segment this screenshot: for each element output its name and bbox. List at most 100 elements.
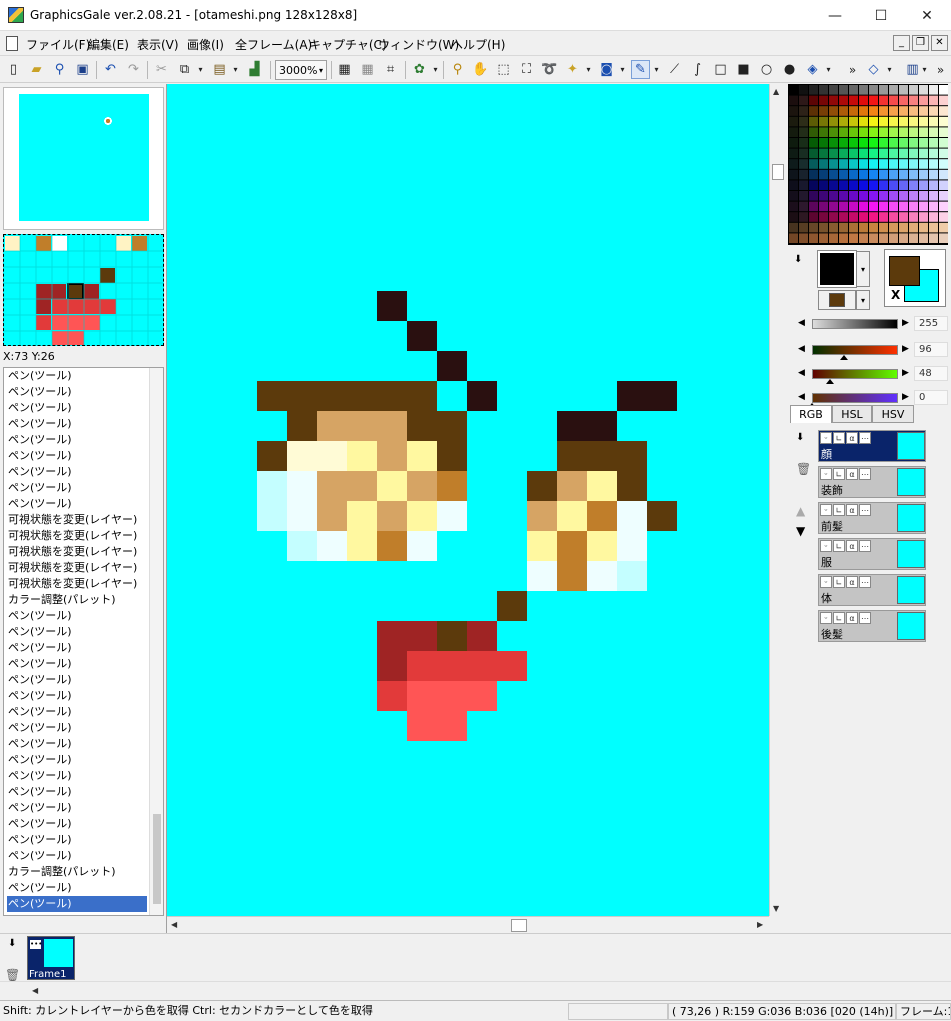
palette-swatch[interactable] (829, 191, 838, 201)
palette-swatch[interactable] (939, 127, 948, 137)
slider-right-icon[interactable]: ▶ (902, 318, 909, 328)
palette-swatch[interactable] (849, 180, 858, 190)
palette-swatch[interactable] (789, 85, 798, 95)
blue-track[interactable] (812, 393, 898, 403)
palette-swatch[interactable] (839, 169, 848, 180)
palette-swatch[interactable] (889, 95, 898, 106)
layer-options-icon[interactable]: ⋯ (859, 468, 871, 480)
primary-color-box[interactable] (817, 250, 857, 288)
palette-swatch[interactable] (869, 201, 878, 212)
palette-swatch[interactable] (889, 116, 898, 127)
zoom-tool-icon[interactable]: ⚲ (448, 60, 467, 79)
palette-swatch[interactable] (889, 169, 898, 180)
history-item[interactable]: ペン(ツール) (7, 832, 147, 848)
palette-swatch[interactable] (869, 159, 878, 169)
palette-swatch[interactable] (839, 85, 848, 95)
palette-swatch[interactable] (909, 95, 918, 106)
pen-dropdown-icon[interactable]: ▾ (652, 60, 661, 79)
palette-swatch[interactable] (869, 138, 878, 148)
lock-icon[interactable]: ∟ (833, 576, 845, 588)
palette-swatch[interactable] (809, 201, 818, 212)
preview-panel[interactable] (3, 87, 164, 230)
copy-dropdown-icon[interactable]: ▾ (196, 60, 205, 79)
scroll-left-icon[interactable]: ◀ (171, 920, 177, 929)
history-item[interactable]: ペン(ツール) (7, 416, 147, 432)
palette-swatch[interactable] (879, 138, 888, 148)
palette-swatch[interactable] (939, 180, 948, 190)
open-folder-icon[interactable]: ▰ (27, 60, 46, 79)
red-slider-thumb[interactable] (840, 355, 848, 360)
palette-swatch[interactable] (939, 222, 948, 233)
palette-swatch[interactable] (899, 116, 908, 127)
palette-swatch[interactable] (899, 95, 908, 106)
palette-swatch[interactable] (929, 169, 938, 180)
palette-swatch[interactable] (819, 222, 828, 233)
palette-swatch[interactable] (849, 222, 858, 233)
palette-swatch[interactable] (809, 169, 818, 180)
palette-swatch[interactable] (789, 116, 798, 127)
palette-swatch[interactable] (929, 138, 938, 148)
palette-swatch[interactable] (849, 148, 858, 159)
alpha-icon[interactable]: α (846, 432, 858, 444)
visibility-icon[interactable]: ᵕ (820, 612, 832, 624)
magnifier-icon[interactable]: ⚲ (50, 60, 69, 79)
rect-select-icon[interactable]: ⬚ (494, 60, 513, 79)
palette-swatch[interactable] (899, 180, 908, 190)
palette-swatch[interactable] (829, 95, 838, 106)
history-item[interactable]: ペン(ツール) (7, 736, 147, 752)
history-item[interactable]: ペン(ツール) (7, 400, 147, 416)
palette-swatch[interactable] (869, 169, 878, 180)
palette-swatch[interactable] (919, 212, 928, 222)
blue-value[interactable]: 0 (914, 390, 948, 405)
palette-swatch[interactable] (919, 138, 928, 148)
menu-window[interactable]: ウィンドウ(W) (378, 36, 459, 53)
palette-swatch[interactable] (789, 233, 798, 243)
history-item[interactable]: 可視状態を変更(レイヤー) (7, 576, 147, 592)
red-value[interactable]: 96 (914, 342, 948, 357)
zoom-select[interactable]: 3000% ▾ (275, 60, 327, 80)
palette-swatch[interactable] (849, 127, 858, 137)
visibility-icon[interactable]: ᵕ (820, 540, 832, 552)
fill-select-dropdown-icon[interactable]: ▾ (618, 60, 627, 79)
dropper-icon[interactable]: ⬇ (794, 254, 806, 266)
palette-swatch[interactable] (859, 180, 868, 190)
lock-icon[interactable]: ∟ (833, 612, 845, 624)
lasso-icon[interactable]: ➰ (540, 60, 559, 79)
palette-swatch[interactable] (889, 233, 898, 243)
alpha-icon[interactable]: α (846, 612, 858, 624)
frame-tool-dropdown-icon[interactable]: ▾ (920, 60, 929, 79)
palette-swatch[interactable] (929, 95, 938, 106)
mdi-minimize-button[interactable]: _ (893, 35, 910, 51)
palette-swatch[interactable] (849, 95, 858, 106)
visibility-icon[interactable]: ᵕ (820, 468, 832, 480)
palette-swatch[interactable] (899, 148, 908, 159)
slider-left-icon[interactable]: ◀ (798, 318, 805, 328)
palette-swatch[interactable] (859, 222, 868, 233)
palette-swatch[interactable] (859, 85, 868, 95)
palette-swatch[interactable] (809, 191, 818, 201)
green-value[interactable]: 48 (914, 366, 948, 381)
palette-swatch[interactable] (879, 159, 888, 169)
swap-colors-icon[interactable]: X (891, 288, 900, 302)
palette-swatch[interactable] (809, 222, 818, 233)
palette-swatch[interactable] (789, 201, 798, 212)
palette-swatch[interactable] (799, 191, 808, 201)
slider-left-icon[interactable]: ◀ (798, 368, 805, 378)
drawing-canvas[interactable] (167, 84, 769, 916)
menu-file[interactable]: ファイル(F) (26, 36, 90, 53)
mdi-close-button[interactable]: ✕ (931, 35, 948, 51)
palette-swatch[interactable] (799, 201, 808, 212)
palette-swatch[interactable] (809, 138, 818, 148)
fill-select-icon[interactable]: ◙ (597, 60, 616, 79)
palette-swatch[interactable] (899, 201, 908, 212)
delete-frame-icon[interactable]: 🗑 (5, 968, 20, 982)
palette-swatch[interactable] (829, 85, 838, 95)
secondary-color-box[interactable] (818, 290, 856, 310)
palette-swatch[interactable] (899, 191, 908, 201)
history-item[interactable]: ペン(ツール) (7, 480, 147, 496)
lock-icon[interactable]: ∟ (833, 432, 845, 444)
palette-swatch[interactable] (909, 169, 918, 180)
palette-swatch[interactable] (849, 159, 858, 169)
palette-swatch[interactable] (929, 212, 938, 222)
layer-tool-dropdown-icon[interactable]: ▾ (885, 60, 894, 79)
